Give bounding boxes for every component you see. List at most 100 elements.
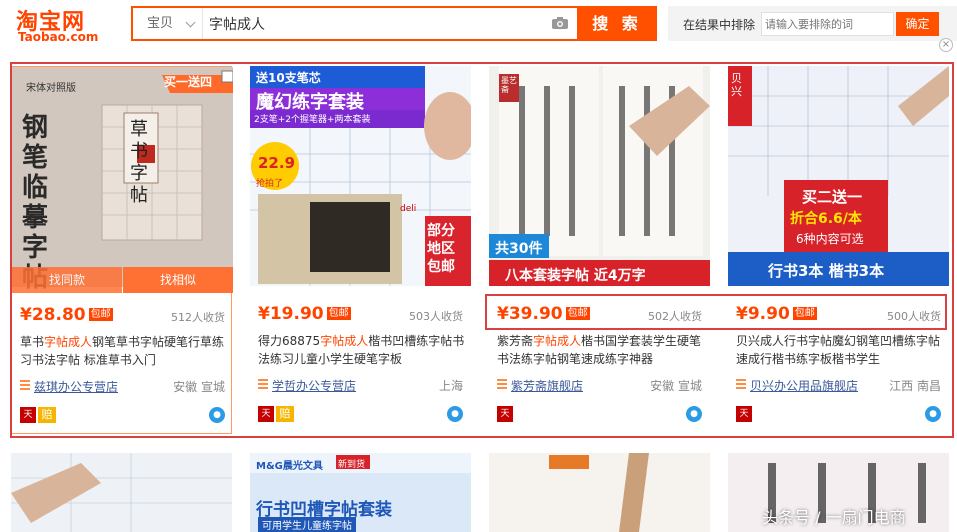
sold-count: 500人收货 — [887, 310, 941, 323]
wangwang-chat-icon[interactable]: ● — [925, 406, 941, 422]
shop-icon — [736, 379, 746, 389]
exclude-input[interactable] — [761, 12, 894, 36]
price: ¥19.90 包邮 — [258, 304, 351, 324]
image-top-text: 送10支笔芯 — [256, 71, 321, 85]
badge-row: 天 ● — [497, 406, 702, 424]
header-bar: 淘宝网 Taobao.com 宝贝 搜 索 在结果中排除 确定 × — [0, 0, 957, 56]
compensation-icon: 赔 — [38, 407, 56, 423]
product-card[interactable] — [489, 453, 710, 532]
watermark-text: 头条号 / 一扇门电商 — [762, 508, 906, 527]
title-text: 草书 — [20, 335, 45, 349]
image-brand: 贝兴 — [731, 72, 742, 98]
shop-link[interactable]: 学哲办公专营店 — [272, 377, 356, 394]
price-row: ¥39.90 包邮 502人收货 — [497, 304, 702, 326]
exclude-label: 在结果中排除 — [683, 18, 756, 32]
price: ¥39.90 包邮 — [497, 304, 590, 324]
search-button[interactable]: 搜 索 — [577, 6, 657, 41]
shop-link[interactable]: 兹琪办公专营店 — [34, 378, 118, 395]
free-shipping-badge: 包邮 — [565, 307, 590, 320]
image-brand: M&G晨光文具 — [256, 461, 323, 472]
title-highlight: 字帖成人 — [533, 334, 582, 348]
search-type-select[interactable]: 宝贝 — [133, 8, 203, 39]
shop-link[interactable]: 贝兴办公用品旗舰店 — [750, 377, 858, 394]
product-title[interactable]: 草书字帖成人钢笔草书字帖硬笔行草练习书法字帖 标准草书入门 — [20, 333, 228, 371]
image-brand: deli — [400, 204, 417, 214]
product-card[interactable]: M&G晨光文具 新到货 行书凹槽字帖套装 可用学生儿童练字帖 — [250, 453, 471, 532]
search-type-label: 宝贝 — [147, 16, 174, 31]
badge-row: 天 ● — [736, 406, 941, 424]
product-image[interactable] — [728, 66, 949, 286]
shop-row: 学哲办公专营店 上海 — [258, 376, 463, 394]
shop-row: 贝兴办公用品旗舰店 江西 南昌 — [736, 376, 941, 394]
image-badge: 买一送四 — [164, 75, 213, 89]
tmall-icon: 天 — [258, 406, 274, 422]
product-card[interactable]: 买一送四 宋体对照版 钢笔临摹字帖 草书字帖 找同款 找相似 ¥28.80包邮 … — [11, 66, 233, 434]
sold-count: 512人收货 — [171, 311, 225, 324]
image-promo-2: 折合6.6/本 — [790, 211, 862, 227]
sold-count: 503人收货 — [409, 310, 463, 323]
find-similar-button[interactable]: 找相似 — [123, 267, 233, 293]
shop-icon — [258, 379, 268, 389]
image-price-unit: 抢拍了 — [256, 179, 284, 189]
image-subtitle: 2支笔+2个握笔器+两本套装 — [254, 115, 371, 125]
find-same-button[interactable]: 找同款 — [12, 267, 122, 293]
camera-icon[interactable] — [551, 16, 569, 30]
free-shipping-badge: 包邮 — [88, 308, 113, 321]
exclude-confirm-button[interactable]: 确定 — [896, 12, 939, 36]
image-vertical-title: 钢笔临摹字帖 — [22, 113, 49, 293]
image-cover-title: 草书字帖 — [130, 119, 148, 206]
title-text: 贝兴成人行书字帖魔幻钢笔凹槽练字帖速成行楷书练字板楷书学生 — [736, 334, 941, 366]
shop-location: 上海 — [438, 379, 463, 393]
shop-location: 江西 南昌 — [889, 379, 941, 393]
price-row: ¥28.80 包邮 512人收货 — [20, 305, 225, 327]
wangwang-chat-icon[interactable]: ● — [686, 406, 702, 422]
product-title[interactable]: 紫芳斋字帖成人楷书国学套装学生硬笔书法练字帖钢笔速成练字神器 — [497, 332, 705, 370]
taobao-logo[interactable]: 淘宝网 Taobao.com — [16, 4, 108, 44]
image-promo-3: 6种内容可选 — [796, 232, 864, 246]
image-side-text: 部分地区包邮 — [427, 223, 455, 275]
price-value: ¥9.90 — [736, 304, 790, 324]
exclude-panel: 在结果中排除 确定 — [668, 6, 957, 41]
shop-icon — [497, 379, 507, 389]
wangwang-chat-icon[interactable]: ● — [447, 406, 463, 422]
shop-icon — [20, 380, 30, 390]
price: ¥9.90 包邮 — [736, 304, 817, 324]
badge-row: 天 赔 ● — [258, 406, 463, 424]
tmall-icon: 天 — [497, 406, 513, 422]
title-highlight: 字帖成人 — [320, 334, 369, 348]
product-image[interactable] — [489, 453, 710, 532]
image-bottom-text: 行书3本 楷书3本 — [768, 262, 885, 280]
product-title[interactable]: 贝兴成人行书字帖魔幻钢笔凹槽练字帖速成行楷书练字板楷书学生 — [736, 332, 944, 370]
image-title: 魔幻练字套装 — [256, 92, 364, 113]
product-title[interactable]: 得力68875字帖成人楷书凹槽练字帖书法练习儿童小学生硬笔字板 — [258, 332, 466, 370]
shop-row: 兹琪办公专营店 安徽 宣城 — [20, 377, 225, 395]
title-highlight: 字帖成人 — [44, 335, 93, 349]
tmall-icon: 天 — [20, 407, 36, 423]
badge-row: 天 赔 ● — [20, 407, 225, 425]
tmall-icon: 天 — [736, 406, 752, 422]
image-side-top: 宋体对照版 — [26, 83, 76, 94]
product-card[interactable]: 墨艺斋 共30件 八本套装字帖 近4万字 ¥39.90 包邮 502人收货 紫芳斋… — [489, 66, 710, 434]
product-card[interactable]: 送10支笔芯 魔幻练字套装 2支笔+2个握笔器+两本套装 22.9 抢拍了 部分… — [250, 66, 471, 434]
price-row: ¥9.90 包邮 500人收货 — [736, 304, 941, 326]
image-banner: 八本套装字帖 近4万字 — [505, 268, 646, 284]
image-price-tag: 22.9 — [258, 154, 296, 172]
sold-count: 502人收货 — [648, 310, 702, 323]
price: ¥28.80 包邮 — [20, 305, 113, 325]
free-shipping-badge: 包邮 — [792, 307, 817, 320]
close-icon[interactable]: × — [939, 38, 953, 52]
product-image[interactable] — [11, 453, 232, 532]
logo-text-en: Taobao.com — [18, 30, 99, 44]
product-card[interactable]: 贝兴 买二送一 折合6.6/本 6种内容可选 行书3本 楷书3本 ¥9.90 包邮… — [728, 66, 949, 434]
compensation-icon: 赔 — [276, 406, 294, 422]
free-shipping-badge: 包邮 — [326, 307, 351, 320]
shop-row: 紫芳斋旗舰店 安徽 宣城 — [497, 376, 702, 394]
price-value: ¥39.90 — [497, 304, 563, 324]
shop-location: 安徽 宣城 — [173, 380, 225, 394]
image-subtitle: 可用学生儿童练字帖 — [258, 517, 356, 532]
image-promo-1: 买二送一 — [802, 188, 863, 206]
search-input[interactable] — [203, 8, 543, 39]
wangwang-chat-icon[interactable]: ● — [209, 407, 225, 423]
product-card[interactable] — [11, 453, 232, 532]
shop-link[interactable]: 紫芳斋旗舰店 — [511, 377, 583, 394]
